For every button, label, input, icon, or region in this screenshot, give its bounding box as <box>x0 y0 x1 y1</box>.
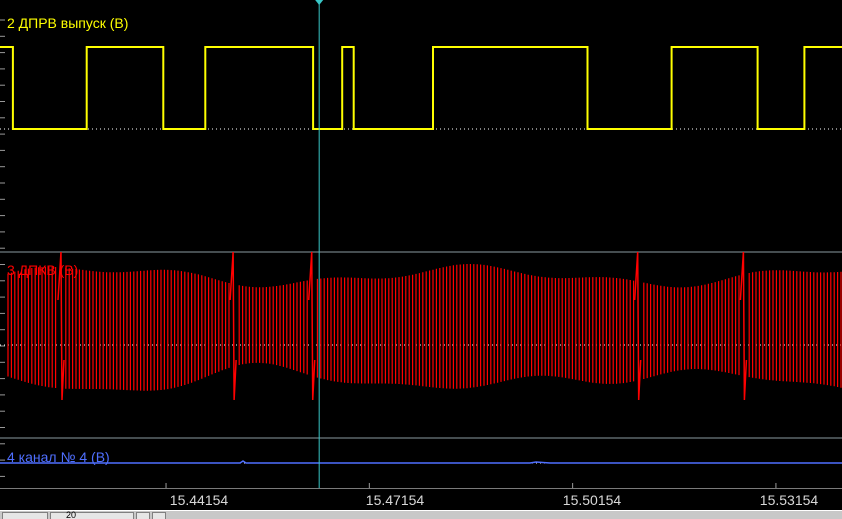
waveform-canvas[interactable] <box>0 0 842 488</box>
ch3-spike <box>307 251 316 401</box>
time-tick-label: 15.53154 <box>759 492 819 508</box>
channel-4-label: 4 канал № 4 (В) <box>7 449 110 465</box>
ch3-spike <box>229 251 237 401</box>
time-tick-label: 15.50154 <box>562 492 622 508</box>
oscilloscope-plot-area[interactable]: 2 ДПРВ выпуск (В) 3 ДПКВ (В) 4 канал № 4… <box>0 0 842 488</box>
time-tick-label: 15.47154 <box>365 492 425 508</box>
channel-2-label: 2 ДПРВ выпуск (В) <box>7 15 129 31</box>
time-tick-label: 15.44154 <box>169 492 229 508</box>
ch3-spike <box>739 251 748 401</box>
ch3-spike <box>633 251 642 401</box>
ch3-waveform <box>7 264 842 391</box>
ch4-waveform <box>0 460 842 464</box>
ch2-waveform <box>0 46 842 130</box>
channel-3-label: 3 ДПКВ (В) <box>7 262 79 278</box>
time-cursor-marker <box>315 0 324 5</box>
time-axis: 15.44154 15.47154 15.50154 15.53154 <box>0 488 842 511</box>
